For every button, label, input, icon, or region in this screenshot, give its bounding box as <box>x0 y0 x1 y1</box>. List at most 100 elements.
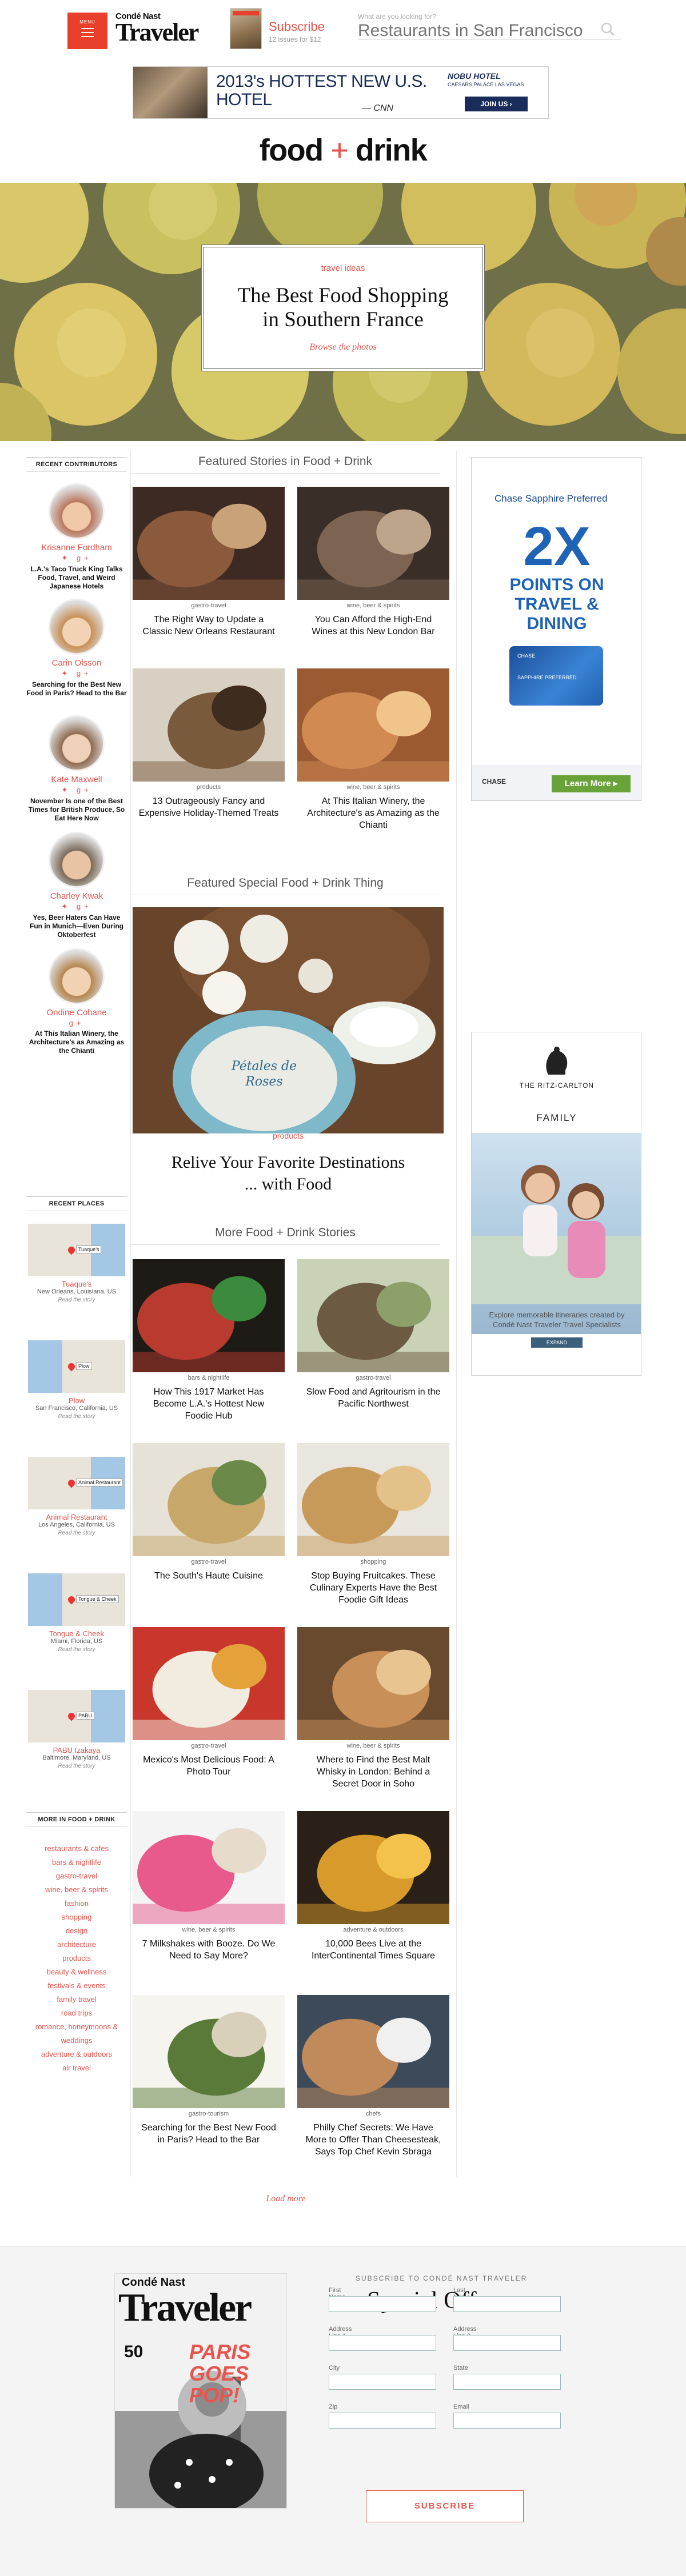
story-image[interactable] <box>133 1259 285 1372</box>
contributor-card[interactable]: Carin Olsson ✦ g+ Searching for the Best N… <box>26 599 127 698</box>
category-link[interactable]: festivals & events <box>26 1979 127 1993</box>
avatar[interactable] <box>49 599 105 655</box>
story-category[interactable]: wine, beer & spirits <box>133 1926 285 1933</box>
story-category[interactable]: bars & nightlife <box>133 1375 285 1381</box>
social-icons[interactable]: ✦ g+ <box>26 786 127 795</box>
story-title[interactable]: Where to Find the Best Malt Whisky in Lo… <box>297 1754 449 1790</box>
story-card[interactable]: products 13 Outrageously Fancy and Expens… <box>133 668 285 819</box>
place-map[interactable]: Tuaque's <box>28 1224 125 1276</box>
story-card[interactable]: shopping Stop Buying Fruitcakes. These Cu… <box>297 1443 449 1606</box>
avatar[interactable] <box>49 483 105 539</box>
magazine-cover[interactable]: Condé Nast Traveler PARIS GOES POP! 50 <box>114 2273 287 2509</box>
read-story-link[interactable]: Read the story <box>26 1763 127 1769</box>
place-card[interactable]: Tuaque's Tuaque's New Orleans, Louisiana, … <box>26 1224 127 1303</box>
place-name[interactable]: Plow <box>26 1396 127 1405</box>
subscribe-link[interactable]: Subscribe <box>269 19 325 34</box>
place-name[interactable]: PABU Izakaya <box>26 1746 127 1754</box>
subscribe-button[interactable]: SUBSCRIBE <box>366 2490 524 2522</box>
story-card[interactable]: gastro-travel Slow Food and Agritourism i… <box>297 1259 449 1410</box>
chase-ad[interactable]: Chase Sapphire Preferred 2X POINTS ON TR… <box>471 457 641 801</box>
contributor-name[interactable]: Charley Kwak <box>26 891 127 901</box>
story-card[interactable]: chefs Philly Chef Secrets: We Have More t… <box>297 1995 449 2158</box>
subscribe-field-input[interactable] <box>329 2413 436 2429</box>
category-link[interactable]: bars & nightlife <box>26 1856 127 1869</box>
story-image[interactable] <box>133 487 285 600</box>
category-link[interactable]: restaurants & cafes <box>26 1842 127 1856</box>
story-title[interactable]: Stop Buying Fruitcakes. These Culinary E… <box>297 1570 449 1606</box>
story-title[interactable]: How This 1917 Market Has Become L.A.'s H… <box>133 1386 285 1422</box>
chase-learn-more-button[interactable]: Learn More ▸ <box>552 775 631 792</box>
contributor-article-link[interactable]: November Is one of the Best Times for Br… <box>26 797 127 823</box>
story-title[interactable]: The Right Way to Update a Classic New Or… <box>133 614 285 638</box>
story-title[interactable]: 13 Outrageously Fancy and Expensive Holi… <box>133 795 285 819</box>
contributor-article-link[interactable]: L.A.'s Taco Truck King Talks Food, Trave… <box>26 565 127 591</box>
place-map[interactable]: Tongue & Cheek <box>28 1573 125 1626</box>
avatar[interactable] <box>49 832 105 888</box>
story-title[interactable]: You Can Afford the High-End Wines at thi… <box>297 614 449 638</box>
avatar[interactable] <box>49 715 105 771</box>
story-category[interactable]: gastro-travel <box>297 1375 449 1381</box>
banner-ad[interactable]: 2013's HOTTEST NEW U.S. HOTEL — CNN NOBU… <box>133 66 549 119</box>
subscribe-field-input[interactable] <box>453 2296 561 2312</box>
story-category[interactable]: gastro-travel <box>133 602 285 609</box>
place-card[interactable]: Plow Plow San Francisco, California, US Rea… <box>26 1340 127 1420</box>
story-card[interactable]: wine, beer & spirits Where to Find the Be… <box>297 1627 449 1790</box>
story-card[interactable]: gastro-travel Mexico's Most Delicious Foo… <box>133 1627 285 1778</box>
category-link[interactable]: fashion <box>26 1897 127 1910</box>
story-image[interactable] <box>133 1995 285 2108</box>
social-icons[interactable]: ✦ g+ <box>26 669 127 678</box>
place-name[interactable]: Animal Restaurant <box>26 1513 127 1521</box>
ritz-expand-button[interactable]: EXPAND <box>531 1337 583 1348</box>
search-input[interactable] <box>358 22 621 40</box>
category-link[interactable]: family travel <box>26 1993 127 2006</box>
contributor-name[interactable]: Carin Olsson <box>26 658 127 668</box>
banner-ad-join-button[interactable]: JOIN US › <box>465 97 528 111</box>
story-image[interactable] <box>297 1443 449 1556</box>
subscribe-field-input[interactable] <box>329 2374 436 2390</box>
social-icons[interactable]: ✦ g+ <box>26 554 127 563</box>
contributor-article-link[interactable]: At This Italian Winery, the Architecture… <box>26 1029 127 1055</box>
story-image[interactable] <box>297 487 449 600</box>
story-image[interactable] <box>297 1811 449 1924</box>
place-card[interactable]: PABU PABU Izakaya Baltimore, Maryland, US R… <box>26 1690 127 1769</box>
place-card[interactable]: Animal Restaurant Animal Restaurant Los An… <box>26 1457 127 1536</box>
contributor-article-link[interactable]: Searching for the Best New Food in Paris… <box>26 680 127 698</box>
story-title[interactable]: Philly Chef Secrets: We Have More to Off… <box>297 2122 449 2158</box>
subscribe-field-input[interactable] <box>453 2335 561 2351</box>
special-title[interactable]: Relive Your Favorite Destinations ... wi… <box>133 1152 444 1195</box>
special-image[interactable]: Pétales de Roses <box>133 907 444 1133</box>
hero-caption-box[interactable]: travel ideas The Best Food Shopping in S… <box>201 245 485 371</box>
subscribe-field-input[interactable] <box>329 2296 436 2312</box>
place-name[interactable]: Tuaque's <box>26 1280 127 1288</box>
story-card[interactable]: wine, beer & spirits You Can Afford the H… <box>297 487 449 638</box>
story-category[interactable]: gastro-travel <box>133 1559 285 1565</box>
story-image[interactable] <box>297 1627 449 1740</box>
place-map[interactable]: Animal Restaurant <box>28 1457 125 1509</box>
story-card[interactable]: wine, beer & spirits 7 Milkshakes with Bo… <box>133 1811 285 1962</box>
place-card[interactable]: Tongue & Cheek Tongue & Cheek Miami, Flori… <box>26 1573 127 1653</box>
hero-browse-link[interactable]: Browse the photos <box>204 342 482 352</box>
story-image[interactable] <box>297 668 449 782</box>
read-story-link[interactable]: Read the story <box>26 1530 127 1536</box>
hero-title[interactable]: The Best Food Shopping in Southern Franc… <box>204 284 482 332</box>
ritz-ad[interactable]: THE RITZ-CARLTON FAMILY Explore memorabl… <box>471 1032 641 1376</box>
story-category[interactable]: wine, beer & spirits <box>297 784 449 791</box>
category-link[interactable]: romance, honeymoons & weddings <box>26 2020 127 2048</box>
category-link[interactable]: shopping <box>26 1910 127 1924</box>
category-link[interactable]: wine, beer & spirits <box>26 1883 127 1897</box>
story-card[interactable]: wine, beer & spirits At This Italian Wine… <box>297 668 449 831</box>
contributor-name[interactable]: Ondine Cohane <box>26 1008 127 1017</box>
story-image[interactable] <box>133 668 285 782</box>
category-link[interactable]: architecture <box>26 1938 127 1952</box>
site-logo[interactable]: Condé Nast Traveler <box>115 11 201 49</box>
story-card[interactable]: gastro-tourism Searching for the Best New… <box>133 1995 285 2146</box>
contributor-name[interactable]: Kate Maxwell <box>26 775 127 784</box>
category-link[interactable]: design <box>26 1924 127 1938</box>
story-image[interactable] <box>297 1995 449 2108</box>
social-icons[interactable]: ✦ g+ <box>26 902 127 911</box>
menu-button[interactable]: MENU <box>67 13 107 49</box>
story-category[interactable]: wine, beer & spirits <box>297 602 449 609</box>
story-image[interactable] <box>297 1259 449 1372</box>
category-link[interactable]: air travel <box>26 2061 127 2075</box>
subscribe-field-input[interactable] <box>329 2335 436 2351</box>
